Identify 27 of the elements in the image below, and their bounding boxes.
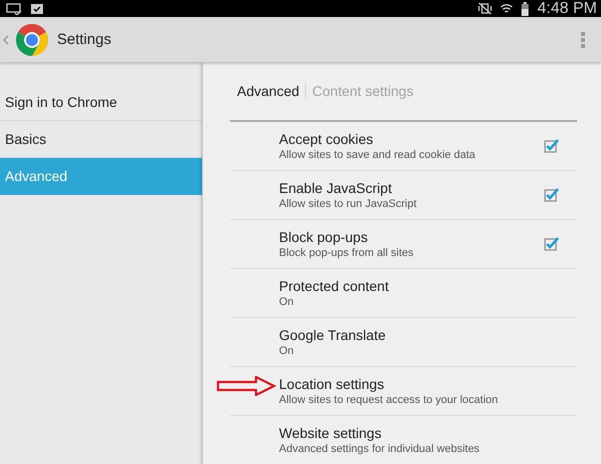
wifi-icon	[500, 2, 514, 15]
setting-title: Protected content	[279, 278, 390, 294]
setting-title: Location settings	[279, 376, 386, 392]
setting-title: Google Translate	[279, 327, 387, 343]
setting-summary: Allow sites to run JavaScript	[279, 198, 418, 210]
checkbox[interactable]	[544, 187, 560, 203]
setting-title: Enable JavaScript	[279, 180, 393, 196]
sidebar-item[interactable]: Sign in to Chrome	[0, 84, 202, 121]
vibrate-mute-icon	[478, 2, 492, 15]
setting-summary: Allow sites to save and read cookie data	[279, 149, 476, 161]
setting-summary: On	[279, 345, 295, 357]
screen-cast-icon	[6, 2, 22, 14]
checkbox[interactable]	[544, 236, 560, 252]
checkbox[interactable]	[544, 138, 560, 154]
setting-summary: Advanced settings for individual websites	[279, 443, 481, 455]
setting-summary: On	[279, 296, 295, 308]
app-title: Settings	[57, 31, 112, 48]
clock-time: 4:48 PM	[537, 0, 597, 17]
setting-summary: Block pop-ups from all sites	[279, 247, 414, 259]
setting-title: Website settings	[279, 425, 382, 441]
browser-logo-icon[interactable]	[15, 22, 49, 56]
setting-title: Block pop-ups	[279, 229, 369, 245]
overflow-menu-icon[interactable]	[581, 32, 585, 48]
breadcrumb-link[interactable]: Advanced	[237, 83, 306, 99]
setting-summary: Allow sites to request access to your location	[279, 394, 499, 406]
setting-title: Accept cookies	[279, 131, 374, 147]
back-caret-icon[interactable]	[3, 34, 9, 44]
